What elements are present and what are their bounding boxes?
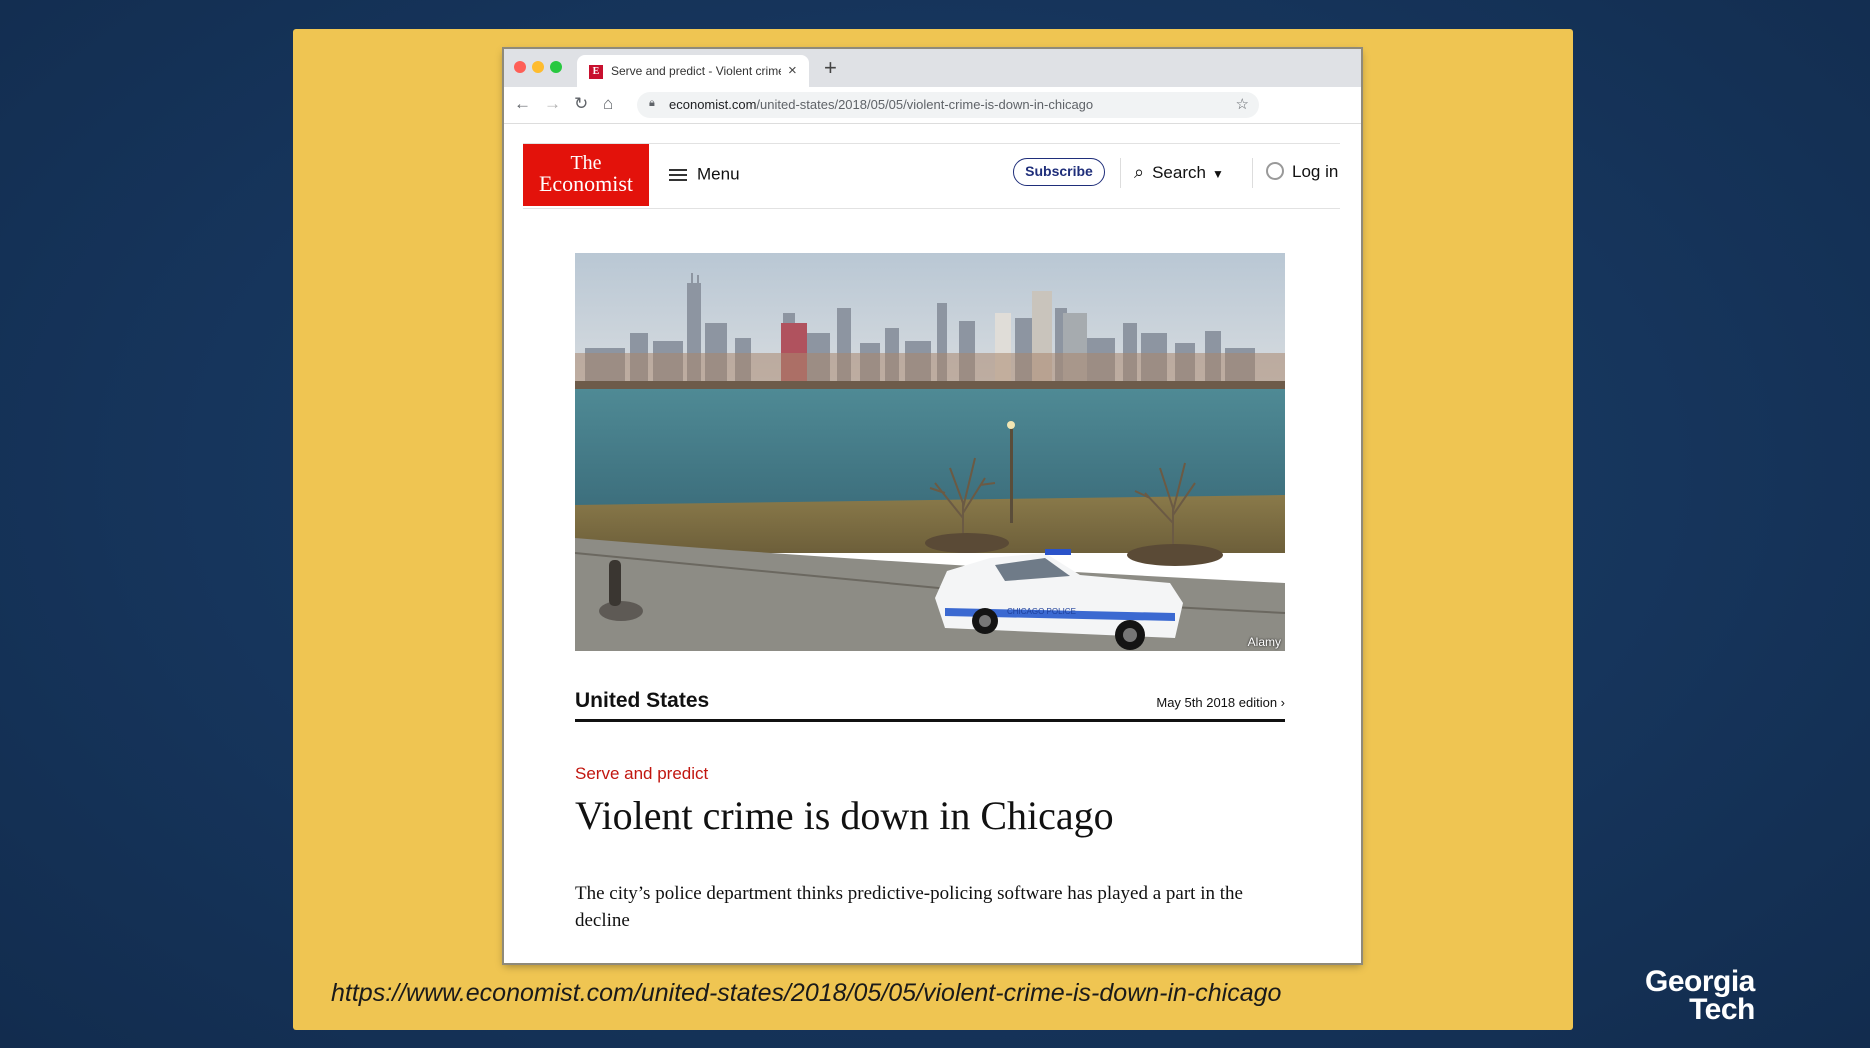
economist-logo[interactable]: The Economist	[523, 144, 649, 206]
source-url-caption: https://www.economist.com/united-states/…	[331, 979, 1282, 1007]
browser-tab[interactable]: E Serve and predict - Violent crime is d…	[577, 55, 809, 87]
browser-toolbar: ← → ↻ ⌂ 🔒︎ economist.com/united-states/2…	[504, 87, 1361, 124]
close-window-icon[interactable]	[514, 61, 526, 73]
economist-header: The Economist Menu Subscribe ⌕ Search ▼ Lo…	[523, 143, 1340, 209]
image-credit: Alamy	[1247, 635, 1281, 649]
economist-favicon-icon: E	[589, 65, 603, 79]
section-bar: United States May 5th 2018 edition ›	[575, 681, 1285, 722]
chevron-down-icon: ▼	[1211, 167, 1224, 181]
logo-line-2: Economist	[538, 171, 634, 196]
logo-text-tech: Tech	[1689, 993, 1755, 1026]
maximize-window-icon[interactable]	[550, 61, 562, 73]
logo-line-1: The	[570, 152, 602, 174]
search-icon: ⌕	[1134, 162, 1145, 182]
tab-close-icon[interactable]: ×	[788, 62, 797, 79]
forward-arrow-icon[interactable]: →	[544, 94, 561, 114]
divider	[1252, 158, 1253, 188]
article-flytitle: Serve and predict	[575, 764, 709, 783]
article-headline: Violent crime is down in Chicago	[575, 793, 1114, 838]
article-hero-image: CHICAGO POLICE Alamy	[575, 253, 1285, 651]
reload-icon[interactable]: ↻	[574, 94, 588, 114]
address-bar[interactable]: 🔒︎ economist.com/united-states/2018/05/0…	[637, 92, 1259, 118]
georgia-tech-logo: Georgia Tech	[1645, 965, 1755, 1026]
svg-text:CHICAGO POLICE: CHICAGO POLICE	[1007, 607, 1076, 616]
divider	[1120, 158, 1121, 188]
lock-icon: 🔒︎	[649, 97, 655, 109]
logo-text-georgia: Georgia	[1645, 965, 1755, 998]
hamburger-icon	[669, 166, 687, 184]
menu-label: Menu	[697, 164, 740, 184]
login-label: Log in	[1292, 162, 1339, 181]
search-button[interactable]: ⌕ Search ▼	[1134, 162, 1224, 183]
back-arrow-icon[interactable]: ←	[514, 94, 531, 114]
edition-link[interactable]: May 5th 2018 edition ›	[1156, 695, 1285, 710]
chicago-skyline-photo: CHICAGO POLICE	[575, 253, 1285, 651]
article-rubric: The city’s police department thinks pred…	[575, 883, 1243, 931]
new-tab-button[interactable]: +	[824, 55, 837, 81]
subscribe-button[interactable]: Subscribe	[1013, 158, 1105, 186]
minimize-window-icon[interactable]	[532, 61, 544, 73]
browser-window: E Serve and predict - Violent crime is d…	[504, 49, 1361, 963]
url-text: economist.com/united-states/2018/05/05/v…	[669, 97, 1094, 112]
star-icon[interactable]: ☆	[1236, 95, 1249, 113]
menu-button[interactable]: Menu	[669, 164, 740, 185]
tab-bar: E Serve and predict - Violent crime is d…	[504, 49, 1361, 87]
slide-panel: E Serve and predict - Violent crime is d…	[293, 29, 1573, 1030]
tab-title: Serve and predict - Violent crime is dow…	[611, 64, 781, 78]
home-icon[interactable]: ⌂	[603, 94, 613, 114]
user-icon	[1266, 162, 1284, 180]
login-button[interactable]: Log in	[1266, 162, 1338, 182]
section-link[interactable]: United States	[575, 689, 709, 713]
search-label: Search	[1152, 163, 1206, 182]
